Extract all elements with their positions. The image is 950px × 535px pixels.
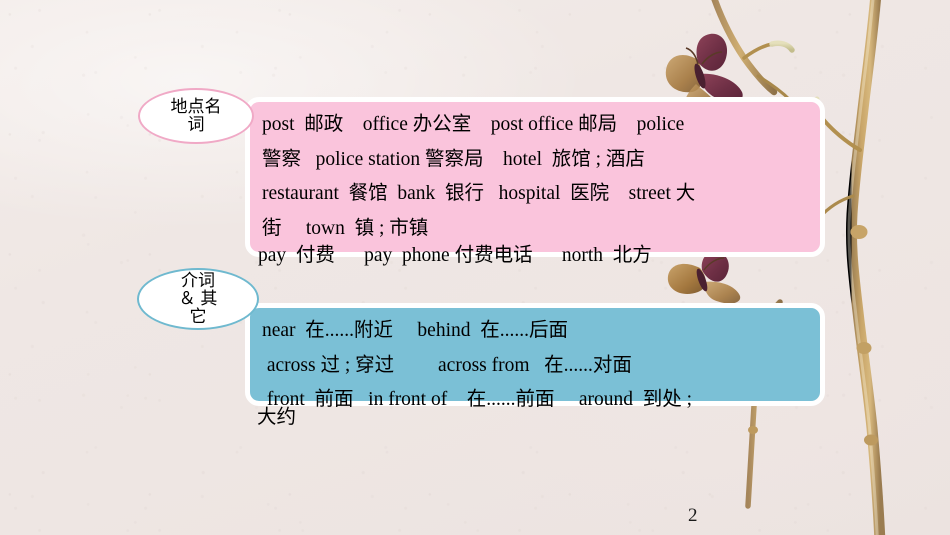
- category-label-place-nouns-text: 地点名 词: [170, 97, 222, 134]
- prepositions-text: near 在......附近 behind 在......后面 across 过…: [262, 320, 693, 411]
- category-label-prepositions[interactable]: 介词 ＆ 其 它: [137, 268, 259, 330]
- place-nouns-overflow-line: pay 付费 pay phone 付费电话 north 北方: [258, 245, 652, 266]
- place-nouns-text: post 邮政 office 办公室 post office 邮局 police…: [262, 114, 696, 240]
- decorative-artwork: [665, 0, 886, 535]
- pressed-butterfly-lower: [667, 251, 741, 304]
- dried-branch-tall: [814, 0, 886, 535]
- page-number: 2: [688, 505, 698, 526]
- category-label-place-nouns[interactable]: 地点名 词: [138, 88, 254, 144]
- slide-canvas: post 邮政 office 办公室 post office 邮局 police…: [0, 0, 950, 535]
- prepositions-content-box: near 在......附近 behind 在......后面 across 过…: [245, 303, 825, 410]
- prepositions-overflow-line: 大约: [257, 407, 297, 428]
- place-nouns-content-box: post 邮政 office 办公室 post office 邮局 police…: [245, 97, 825, 257]
- category-label-prepositions-text: 介词 ＆ 其 它: [178, 271, 218, 326]
- upper-branch-group: [711, 0, 795, 102]
